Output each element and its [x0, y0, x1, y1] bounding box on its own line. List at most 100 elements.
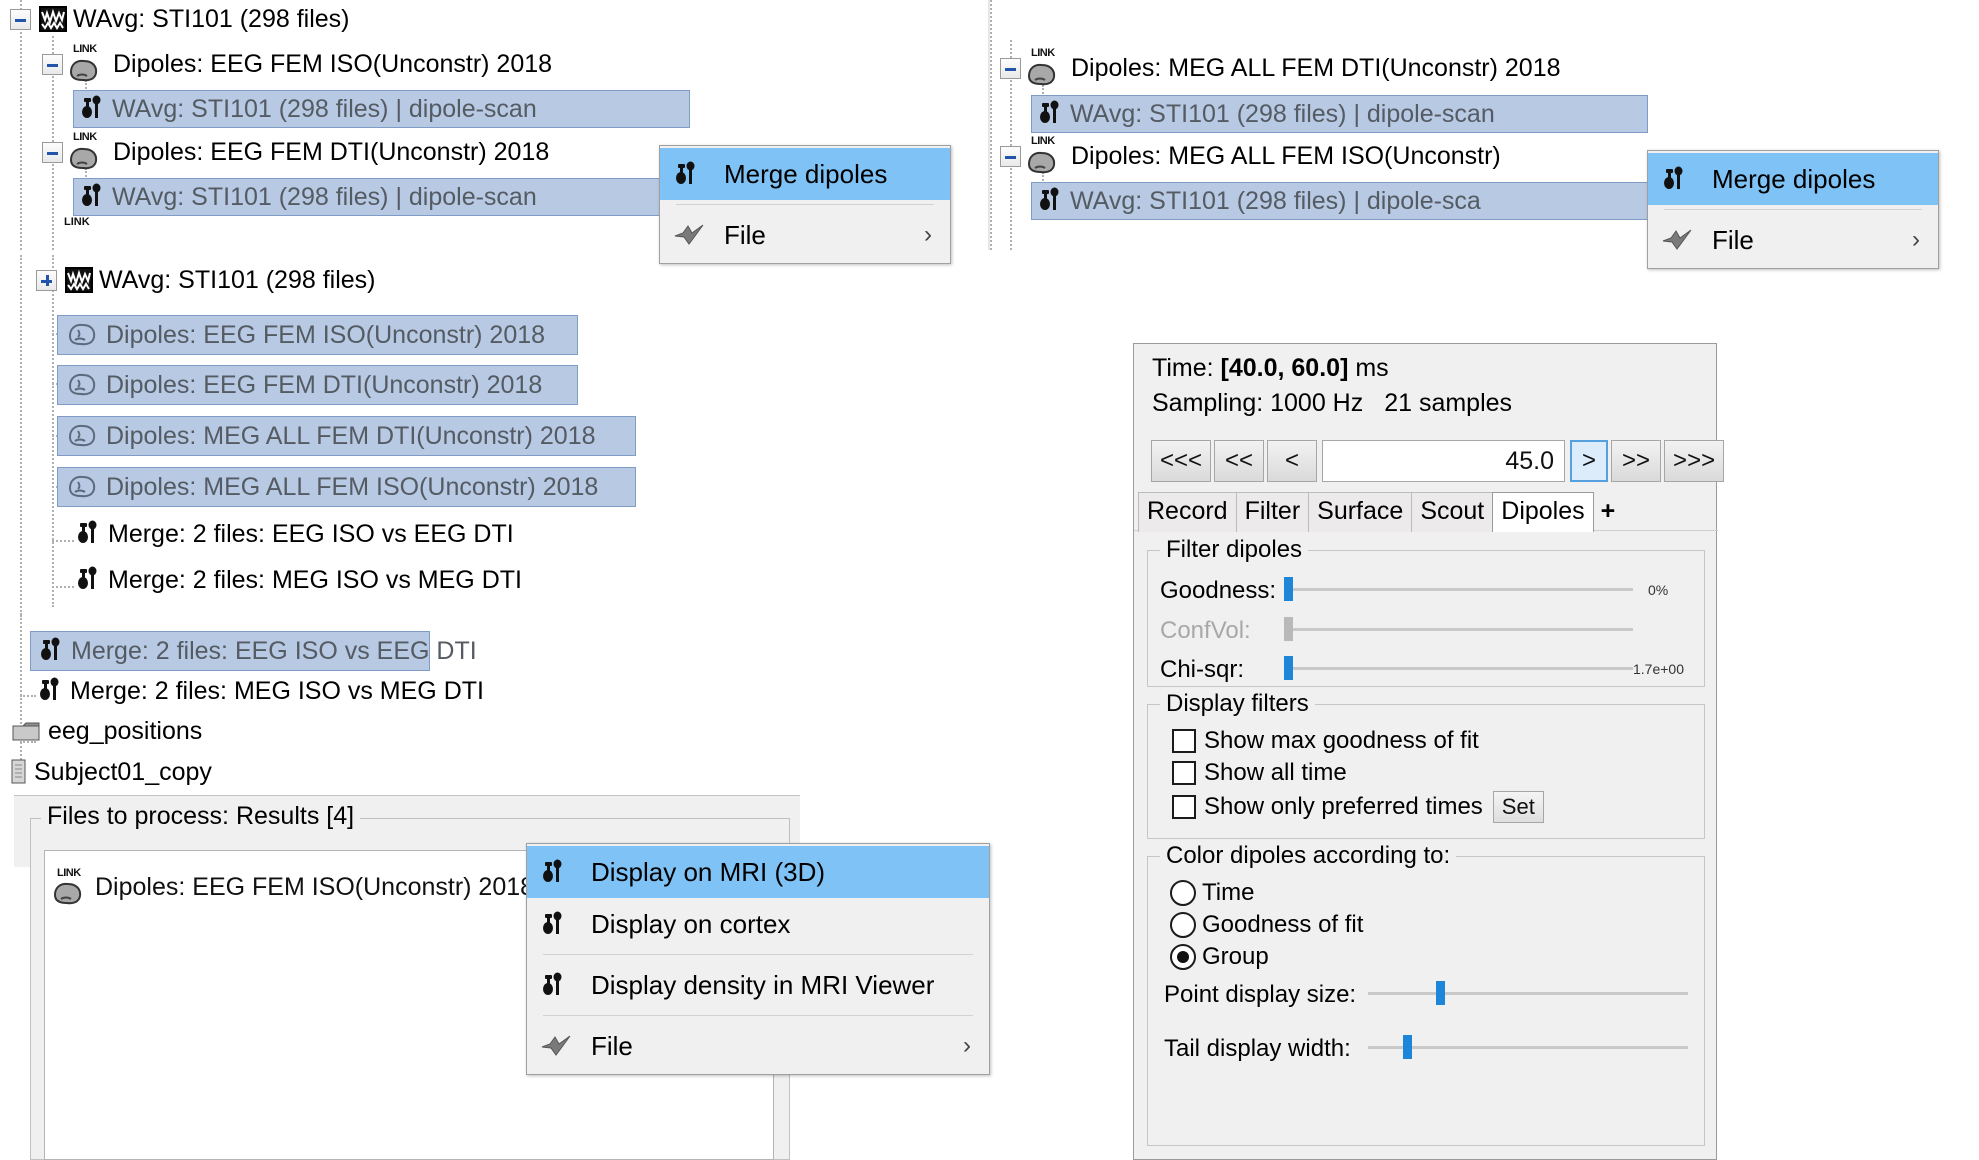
- menu-item-file[interactable]: File ›: [1648, 214, 1938, 266]
- time-header: Time: [40.0, 60.0] ms Sampling: 1000 Hz …: [1134, 344, 1716, 424]
- tree-item-merge-meg[interactable]: Merge: 2 files: MEG ISO vs MEG DTI: [76, 566, 522, 594]
- dipole-icon: [1038, 100, 1064, 128]
- menu-item-display-on-mri-3d[interactable]: Display on MRI (3D): [527, 846, 989, 898]
- tree-item-dipoles-eeg-fem-iso[interactable]: LINK Dipoles: EEG FEM ISO(Unconstr) 2018: [42, 44, 552, 82]
- tree-item-eeg-positions[interactable]: eeg_positions: [12, 719, 202, 744]
- menu-item-label: File: [724, 219, 766, 250]
- prev-button[interactable]: <: [1267, 440, 1318, 482]
- checkbox-box[interactable]: [1172, 729, 1196, 753]
- tab-add-button[interactable]: +: [1593, 493, 1624, 532]
- matlab-icon: [541, 1034, 575, 1058]
- tree-item-wavg-dipole-scan[interactable]: WAvg: STI101 (298 files) | dipole-sca: [1031, 182, 1648, 220]
- display-filters-group: Display filters Show max goodness of fit…: [1147, 690, 1705, 839]
- checkbox-box[interactable]: [1172, 761, 1196, 785]
- tree-guide-line: [20, 695, 36, 697]
- checkbox-show-max-goodness[interactable]: Show max goodness of fit: [1172, 727, 1479, 755]
- tree-item-label: Merge: 2 files: MEG ISO vs MEG DTI: [70, 676, 484, 705]
- chisqr-slider-track[interactable]: [1286, 667, 1633, 670]
- chisqr-slider-thumb[interactable]: [1284, 656, 1293, 680]
- chisqr-slider-value: 1.7e+00: [1633, 661, 1684, 677]
- radio-button[interactable]: [1170, 944, 1196, 970]
- tree-item-subject01-copy[interactable]: Subject01_copy: [10, 759, 212, 785]
- first-button[interactable]: <<<: [1151, 440, 1212, 482]
- radio-button[interactable]: [1170, 912, 1196, 938]
- menu-item-display-on-cortex[interactable]: Display on cortex: [527, 898, 989, 950]
- next-button[interactable]: >: [1570, 440, 1609, 482]
- dipole-icon: [80, 95, 106, 123]
- tree-item-wavg-dipole-scan[interactable]: WAvg: STI101 (298 files) | dipole-scan: [1031, 95, 1648, 133]
- context-menu-display[interactable]: Display on MRI (3D) Display on cortex Di…: [526, 843, 990, 1075]
- tree-guide-line: [20, 255, 22, 615]
- dipole-icon: [38, 677, 64, 705]
- display-filters-legend: Display filters: [1160, 690, 1315, 718]
- prev-page-button[interactable]: <<: [1214, 440, 1265, 482]
- dipole-icon: [541, 859, 575, 885]
- menu-item-display-density-mri-viewer[interactable]: Display density in MRI Viewer: [527, 959, 989, 1011]
- tab-scout[interactable]: Scout: [1411, 492, 1494, 532]
- collapse-icon[interactable]: [1000, 57, 1021, 79]
- menu-item-merge-dipoles[interactable]: Merge dipoles: [1648, 153, 1938, 205]
- confvol-slider-thumb[interactable]: [1284, 617, 1293, 641]
- tree-item-dipoles-meg-all-fem-dti[interactable]: Dipoles: MEG ALL FEM DTI(Unconstr) 2018: [57, 416, 636, 456]
- menu-separator: [1664, 209, 1922, 210]
- menu-separator: [676, 204, 934, 205]
- tree-item-dipoles-eeg-fem-iso[interactable]: Dipoles: EEG FEM ISO(Unconstr) 2018: [57, 315, 578, 355]
- collapse-icon[interactable]: [42, 53, 63, 75]
- checkbox-show-all-time[interactable]: Show all time: [1172, 759, 1347, 787]
- collapse-icon[interactable]: [10, 8, 31, 30]
- radio-group[interactable]: Group: [1170, 943, 1269, 971]
- tree-item-merge-eeg[interactable]: Merge: 2 files: EEG ISO vs EEG DTI: [76, 520, 514, 548]
- set-preferred-times-button[interactable]: Set: [1492, 791, 1544, 823]
- tree-item-wavg-dipole-scan[interactable]: WAvg: STI101 (298 files) | dipole-scan: [73, 90, 690, 128]
- tree-item-wavg-dipole-scan[interactable]: WAvg: STI101 (298 files) | dipole-scan: [73, 178, 690, 216]
- checkbox-box[interactable]: [1172, 795, 1196, 819]
- tree-item-dipoles-meg-all-fem-dti[interactable]: LINK Dipoles: MEG ALL FEM DTI(Unconstr) …: [1000, 48, 1561, 86]
- tree-item-label: Dipoles: MEG ALL FEM DTI(Unconstr) 2018: [1071, 53, 1561, 82]
- tree-item-dipoles-meg-all-fem-iso[interactable]: LINK Dipoles: MEG ALL FEM ISO(Unconstr): [1000, 136, 1501, 174]
- tree-item-label: Subject01_copy: [34, 757, 212, 786]
- sampling-label: Sampling:: [1152, 389, 1264, 417]
- tree-item-wavg-sti101[interactable]: WAvg: STI101 (298 files): [36, 267, 376, 293]
- goodness-slider-thumb[interactable]: [1284, 577, 1293, 601]
- tree-item-dipoles-meg-all-fem-iso[interactable]: Dipoles: MEG ALL FEM ISO(Unconstr) 2018: [57, 467, 636, 507]
- tail-display-width-track[interactable]: [1368, 1046, 1688, 1049]
- checkbox-show-preferred-times[interactable]: Show only preferred times Set: [1172, 791, 1544, 823]
- tab-filter[interactable]: Filter: [1235, 492, 1310, 532]
- tab-surface[interactable]: Surface: [1308, 492, 1413, 532]
- current-time-input[interactable]: 45.0: [1322, 440, 1566, 482]
- tree-item-dipoles-eeg-fem-dti[interactable]: Dipoles: EEG FEM DTI(Unconstr) 2018: [57, 365, 578, 405]
- dipole-icon: [39, 637, 65, 665]
- radio-time[interactable]: Time: [1170, 879, 1254, 907]
- confvol-slider-track[interactable]: [1286, 628, 1633, 631]
- tree-item-wavg-sti101[interactable]: WAvg: STI101 (298 files): [10, 6, 350, 32]
- tree-item-dipoles-eeg-fem-dti[interactable]: LINK Dipoles: EEG FEM DTI(Unconstr) 2018: [42, 132, 549, 170]
- expand-icon[interactable]: [36, 269, 57, 291]
- tree-item-label: Dipoles: MEG ALL FEM DTI(Unconstr) 2018: [106, 421, 596, 450]
- next-page-button[interactable]: >>: [1611, 440, 1662, 482]
- context-menu-merge-right[interactable]: Merge dipoles File ›: [1647, 150, 1939, 269]
- menu-item-file[interactable]: File ›: [660, 209, 950, 261]
- radio-button[interactable]: [1170, 880, 1196, 906]
- radio-goodness-of-fit[interactable]: Goodness of fit: [1170, 911, 1363, 939]
- color-dipoles-legend: Color dipoles according to:: [1160, 842, 1457, 870]
- menu-item-merge-dipoles[interactable]: Merge dipoles: [660, 148, 950, 200]
- last-button[interactable]: >>>: [1664, 440, 1725, 482]
- tree-item-merge-meg[interactable]: Merge: 2 files: MEG ISO vs MEG DTI: [38, 677, 484, 705]
- menu-item-label: File: [591, 1030, 633, 1061]
- collapse-icon[interactable]: [42, 141, 63, 163]
- goodness-slider-track[interactable]: [1286, 588, 1633, 591]
- tab-record[interactable]: Record: [1138, 492, 1237, 532]
- point-display-size-track[interactable]: [1368, 992, 1688, 995]
- tree-item-merge-eeg-selected[interactable]: Merge: 2 files: EEG ISO vs EEG DTI: [30, 631, 477, 671]
- menu-item-file[interactable]: File ›: [527, 1020, 989, 1072]
- tail-display-width-thumb[interactable]: [1403, 1035, 1412, 1059]
- tree-item-label: Dipoles: EEG FEM DTI(Unconstr) 2018: [106, 370, 543, 399]
- dipole-icon: [541, 972, 575, 998]
- chisqr-slider-label: Chi-sqr:: [1160, 656, 1245, 683]
- point-display-size-thumb[interactable]: [1436, 981, 1445, 1005]
- tab-dipoles[interactable]: Dipoles: [1492, 492, 1594, 532]
- tree-guide-line: [20, 0, 22, 250]
- context-menu-merge-left[interactable]: Merge dipoles File ›: [659, 145, 951, 264]
- dipoles-settings-panel: Time: [40.0, 60.0] ms Sampling: 1000 Hz …: [1133, 343, 1725, 1160]
- collapse-icon[interactable]: [1000, 145, 1021, 167]
